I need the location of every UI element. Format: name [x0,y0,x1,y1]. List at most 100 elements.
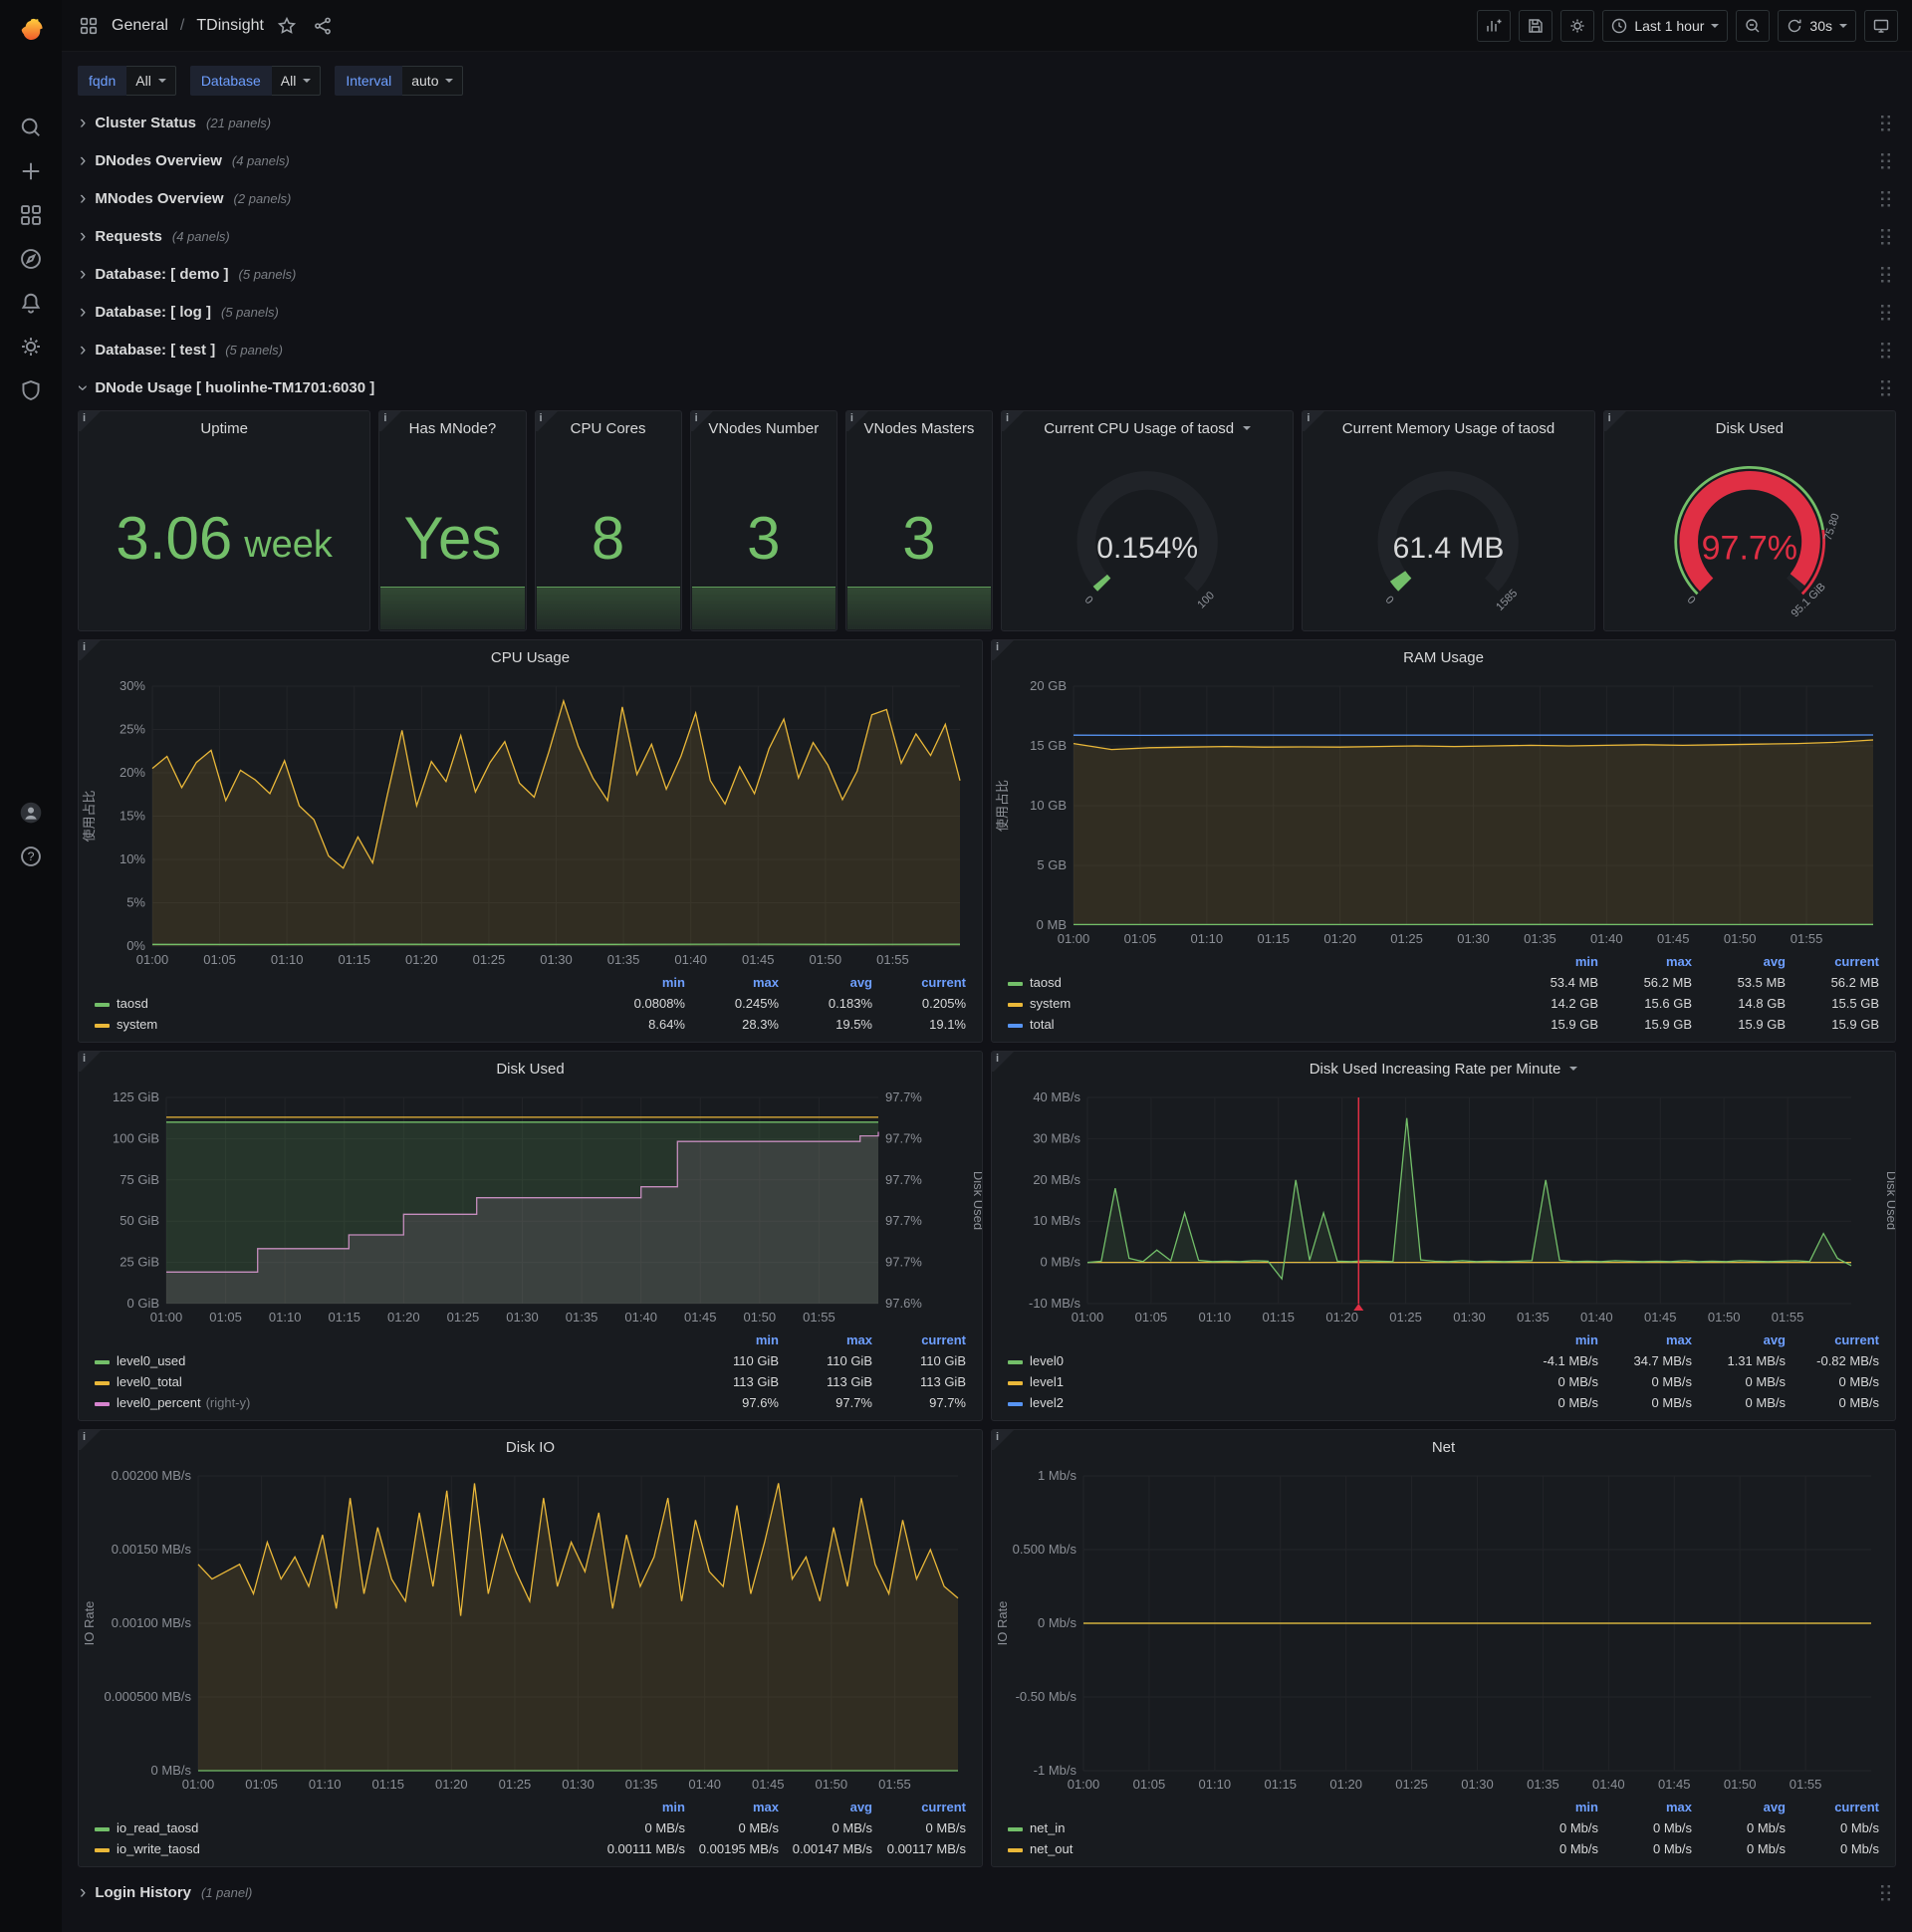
legend-series[interactable]: level0 [1002,1350,1511,1371]
panel-title[interactable]: CPU Usage [79,640,982,674]
alerting-bell-icon[interactable] [0,283,62,323]
chart-svg[interactable]: 01:00 01:05 01:10 01:15 01:20 01:25 01:30 01:35… [992,674,1895,951]
legend-column-avg[interactable]: avg [1698,951,1792,972]
panel-info-icon[interactable]: i [79,1052,101,1074]
dashboard-row-dnode-usage[interactable]: › DNode Usage [ huolinhe-TM1701:6030 ] [73,370,1896,404]
create-plus-icon[interactable] [0,151,62,191]
panel-info-icon[interactable]: i [79,411,101,433]
row-drag-handle[interactable] [1879,265,1892,284]
legend-series[interactable]: system [1002,993,1511,1014]
save-dashboard-button[interactable] [1519,9,1554,42]
chart-plot[interactable]: 01:00 01:05 01:10 01:15 01:20 01:25 01:30 01:35… [992,674,1895,951]
panel-info-icon[interactable]: i [379,411,402,433]
legend-series[interactable]: io_read_taosd [89,1817,598,1838]
legend-series[interactable]: io_write_taosd [89,1838,598,1859]
legend-column-min[interactable]: min [1511,1797,1604,1817]
legend-column-min[interactable]: min [1511,951,1604,972]
configuration-gear-icon[interactable] [0,327,62,366]
variable-label[interactable]: Interval [335,66,403,96]
legend-series[interactable]: level2 [1002,1392,1511,1413]
breadcrumb-title[interactable]: TDinsight [196,17,264,35]
legend-column-avg[interactable]: avg [1698,1797,1792,1817]
search-icon[interactable] [0,108,62,147]
dashboard-row-database-log[interactable]: › Database: [ log ] (5 panels) [78,295,1896,329]
legend-column-min[interactable]: min [598,972,691,993]
user-avatar[interactable] [0,793,62,833]
chart-plot[interactable]: 01:00 01:05 01:10 01:15 01:20 01:25 01:30 01:35… [79,674,982,972]
refresh-button[interactable]: 30s [1778,9,1856,42]
legend-series[interactable]: level1 [1002,1371,1511,1392]
legend-column-max[interactable]: max [1604,1797,1698,1817]
dashboard-row-database-test[interactable]: › Database: [ test ] (5 panels) [78,333,1896,366]
grafana-logo-icon[interactable] [0,10,62,50]
chart-svg[interactable]: 01:00 01:05 01:10 01:15 01:20 01:25 01:30 01:35… [79,1464,982,1797]
zoom-out-button[interactable] [1736,9,1771,42]
legend-series[interactable]: net_out [1002,1838,1511,1859]
row-drag-handle[interactable] [1879,378,1892,397]
panel-info-icon[interactable]: i [79,640,101,662]
panel-info-icon[interactable]: i [1303,411,1325,433]
panel-info-icon[interactable]: i [992,1052,1014,1074]
dashboards-icon[interactable] [0,195,62,235]
chart-plot[interactable]: 01:00 01:05 01:10 01:15 01:20 01:25 01:30 01:35… [992,1086,1895,1329]
row-drag-handle[interactable] [1879,151,1892,170]
chart-svg[interactable]: 01:00 01:05 01:10 01:15 01:20 01:25 01:30 01:35… [79,674,982,972]
chart-plot[interactable]: 01:00 01:05 01:10 01:15 01:20 01:25 01:30 01:35… [79,1086,982,1329]
panel-info-icon[interactable]: i [1603,411,1626,433]
chart-plot[interactable]: 01:00 01:05 01:10 01:15 01:20 01:25 01:30 01:35… [79,1464,982,1797]
variable-label[interactable]: Database [189,66,272,96]
panel-title[interactable]: Disk Used Increasing Rate per Minute [992,1052,1895,1086]
dashboard-row-login-history[interactable]: › Login History (1 panel) [78,1875,1896,1909]
panel-title[interactable]: Uptime [79,411,369,445]
legend-column-current[interactable]: current [1792,1797,1885,1817]
chart-svg[interactable]: 01:00 01:05 01:10 01:15 01:20 01:25 01:30 01:35… [79,1086,982,1329]
row-drag-handle[interactable] [1879,114,1892,132]
dashboard-row-mnodes-overview[interactable]: › MNodes Overview (2 panels) [78,181,1896,215]
panel-info-icon[interactable]: i [992,640,1014,662]
panel-title[interactable]: RAM Usage [992,640,1895,674]
legend-column-current[interactable]: current [878,1797,972,1817]
legend-column-avg[interactable]: avg [785,972,878,993]
dashboard-settings-button[interactable] [1560,9,1595,42]
panel-info-icon[interactable]: i [992,1430,1014,1452]
legend-series[interactable]: system [89,1014,598,1035]
legend-column-min[interactable]: min [1511,1329,1604,1350]
cycle-view-mode-button[interactable] [1864,9,1898,42]
legend-column-max[interactable]: max [691,972,785,993]
legend-series[interactable]: taosd [1002,972,1511,993]
share-icon[interactable] [310,13,336,39]
chart-plot[interactable]: 01:00 01:05 01:10 01:15 01:20 01:25 01:30 01:35… [992,1464,1895,1797]
dashboard-row-cluster-status[interactable]: › Cluster Status (21 panels) [78,106,1896,139]
panel-info-icon[interactable]: i [845,411,868,433]
legend-column-current[interactable]: current [1792,951,1885,972]
legend-column-avg[interactable]: avg [785,1797,878,1817]
row-drag-handle[interactable] [1879,1883,1892,1902]
help-icon[interactable]: ? [0,837,62,876]
panel-info-icon[interactable]: i [79,1430,101,1452]
legend-column-current[interactable]: current [1792,1329,1885,1350]
legend-series[interactable]: total [1002,1014,1511,1035]
panel-title[interactable]: Disk Used [79,1052,982,1086]
legend-series[interactable]: taosd [89,993,598,1014]
row-drag-handle[interactable] [1879,227,1892,246]
legend-column-min[interactable]: min [691,1329,785,1350]
explore-compass-icon[interactable] [0,239,62,279]
panel-title[interactable]: Current CPU Usage of taosd [1002,411,1293,445]
panel-menu-caret-icon[interactable] [1243,426,1252,430]
legend-column-max[interactable]: max [785,1329,878,1350]
chart-svg[interactable]: 01:00 01:05 01:10 01:15 01:20 01:25 01:30 01:35… [992,1086,1895,1329]
server-admin-shield-icon[interactable] [0,370,62,410]
panel-title[interactable]: Disk Used [1604,411,1895,445]
panel-menu-caret-icon[interactable] [1569,1067,1578,1071]
add-panel-button[interactable] [1477,9,1512,42]
variable-value-dropdown[interactable]: auto [402,66,464,96]
legend-series[interactable]: level0_total [89,1371,691,1392]
chart-svg[interactable]: 01:00 01:05 01:10 01:15 01:20 01:25 01:30 01:35… [992,1464,1895,1797]
panel-title[interactable]: Current Memory Usage of taosd [1303,411,1593,445]
favorite-star-icon[interactable] [274,13,300,39]
dashboard-row-requests[interactable]: › Requests (4 panels) [78,219,1896,253]
dashboard-row-database-demo[interactable]: › Database: [ demo ] (5 panels) [78,257,1896,291]
dashboard-row-dnodes-overview[interactable]: › DNodes Overview (4 panels) [78,143,1896,177]
legend-column-current[interactable]: current [878,972,972,993]
legend-series[interactable]: level0_percent (right-y) [89,1392,691,1413]
